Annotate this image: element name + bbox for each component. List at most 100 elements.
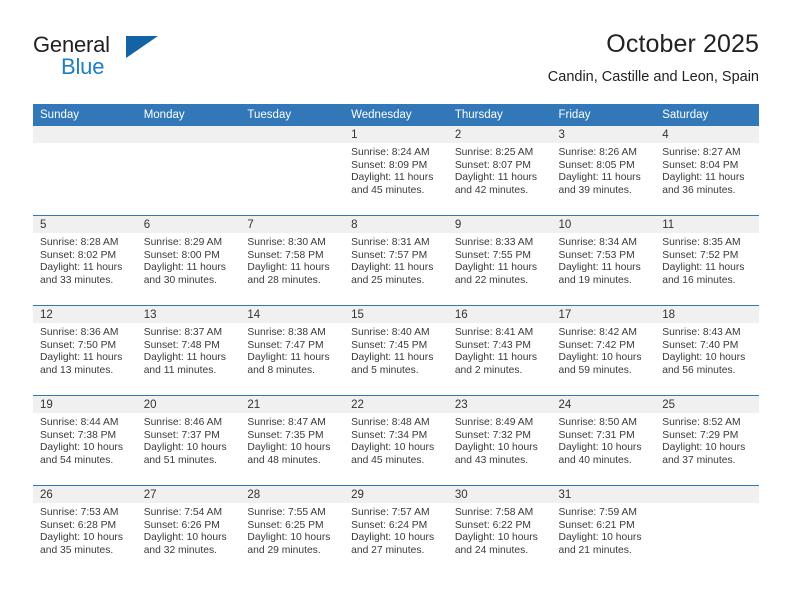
day-cell-details: Sunrise: 7:53 AM Sunset: 6:28 PM Daylight:… bbox=[33, 503, 137, 557]
daylight-text-line2: and 56 minutes. bbox=[662, 364, 736, 376]
day-cell-inner: 1 Sunrise: 8:24 AM Sunset: 8:09 PM Daylight… bbox=[344, 126, 448, 215]
calendar-day-cell[interactable]: 8 Sunrise: 8:31 AM Sunset: 7:57 PM Daylight… bbox=[344, 215, 448, 306]
daylight-text-line2: and 13 minutes. bbox=[40, 364, 114, 376]
sunset-text: Sunset: 7:35 PM bbox=[247, 429, 324, 441]
calendar-day-cell[interactable]: 31 Sunrise: 7:59 AM Sunset: 6:21 PM Dayligh… bbox=[551, 485, 656, 575]
calendar-day-cell[interactable]: 28 Sunrise: 7:55 AM Sunset: 6:25 PM Dayligh… bbox=[240, 485, 345, 575]
day-number: 31 bbox=[551, 486, 656, 503]
daylight-text-line1: Daylight: 10 hours bbox=[351, 532, 435, 544]
sunrise-text: Sunrise: 8:37 AM bbox=[143, 327, 223, 338]
calendar-day-cell[interactable]: 9 Sunrise: 8:33 AM Sunset: 7:55 PM Daylight… bbox=[447, 215, 552, 306]
calendar-day-cell[interactable]: 29 Sunrise: 7:57 AM Sunset: 6:24 PM Dayligh… bbox=[344, 485, 448, 575]
day-cell-inner: 6 Sunrise: 8:29 AM Sunset: 8:00 PM Daylight… bbox=[136, 216, 241, 305]
calendar-day-cell[interactable]: 27 Sunrise: 7:54 AM Sunset: 6:26 PM Dayligh… bbox=[136, 485, 241, 575]
day-cell-details: Sunrise: 7:55 AM Sunset: 6:25 PM Daylight:… bbox=[240, 503, 344, 557]
calendar-day-cell[interactable]: 14 Sunrise: 8:38 AM Sunset: 7:47 PM Dayligh… bbox=[240, 305, 345, 396]
triangle-icon bbox=[126, 36, 158, 58]
page-subtitle: Candin, Castille and Leon, Spain bbox=[547, 69, 759, 85]
day-cell-inner: 14 Sunrise: 8:38 AM Sunset: 7:47 PM Dayligh… bbox=[240, 306, 345, 395]
daylight-text-line2: and 45 minutes. bbox=[351, 184, 425, 196]
calendar-day-cell[interactable]: 7 Sunrise: 8:30 AM Sunset: 7:58 PM Daylight… bbox=[240, 215, 345, 306]
calendar-day-cell[interactable]: 1 Sunrise: 8:24 AM Sunset: 8:09 PM Daylight… bbox=[344, 126, 448, 216]
daylight-text-line1: Daylight: 11 hours bbox=[40, 352, 123, 364]
sunrise-text: Sunrise: 8:41 AM bbox=[454, 327, 534, 338]
weekday-header-saturday: Saturday bbox=[655, 104, 759, 126]
calendar-week-row: 12 Sunrise: 8:36 AM Sunset: 7:50 PM Dayligh… bbox=[33, 305, 759, 396]
day-number: 16 bbox=[447, 306, 552, 323]
calendar-day-cell[interactable]: 20 Sunrise: 8:46 AM Sunset: 7:37 PM Dayligh… bbox=[136, 395, 241, 486]
general-blue-logo[interactable]: General Blue bbox=[33, 32, 263, 90]
sunset-text: Sunset: 7:52 PM bbox=[662, 249, 739, 261]
calendar-day-cell[interactable]: 6 Sunrise: 8:29 AM Sunset: 8:00 PM Daylight… bbox=[136, 215, 241, 306]
weekday-header-wednesday: Wednesday bbox=[344, 104, 448, 126]
day-cell-inner: 12 Sunrise: 8:36 AM Sunset: 7:50 PM Dayligh… bbox=[33, 306, 137, 395]
day-cell-details: Sunrise: 8:35 AM Sunset: 7:52 PM Daylight:… bbox=[655, 233, 759, 287]
page-header: General Blue October 2025 Candin, Castil… bbox=[33, 28, 759, 96]
calendar-day-cell[interactable]: 21 Sunrise: 8:47 AM Sunset: 7:35 PM Dayligh… bbox=[240, 395, 345, 486]
calendar-day-cell[interactable]: 19 Sunrise: 8:44 AM Sunset: 7:38 PM Dayligh… bbox=[33, 395, 137, 486]
sunrise-text: Sunrise: 8:30 AM bbox=[247, 237, 326, 248]
day-cell-details: Sunrise: 7:58 AM Sunset: 6:22 PM Daylight:… bbox=[448, 503, 552, 557]
calendar-day-cell[interactable]: 13 Sunrise: 8:37 AM Sunset: 7:48 PM Dayligh… bbox=[136, 305, 241, 396]
calendar-week-row: 1 Sunrise: 8:24 AM Sunset: 8:09 PM Daylight… bbox=[33, 126, 759, 216]
daylight-text-line1: Daylight: 10 hours bbox=[662, 442, 746, 454]
day-cell-details: Sunrise: 8:31 AM Sunset: 7:57 PM Daylight:… bbox=[344, 233, 448, 287]
day-number: 10 bbox=[551, 216, 656, 233]
calendar-day-cell[interactable]: 25 Sunrise: 8:52 AM Sunset: 7:29 PM Dayligh… bbox=[655, 395, 759, 486]
sunrise-text: Sunrise: 8:27 AM bbox=[662, 147, 741, 158]
calendar-day-cell[interactable]: 12 Sunrise: 8:36 AM Sunset: 7:50 PM Dayligh… bbox=[33, 305, 137, 396]
calendar-day-cell[interactable]: 22 Sunrise: 8:48 AM Sunset: 7:34 PM Dayligh… bbox=[344, 395, 448, 486]
sunrise-text: Sunrise: 8:36 AM bbox=[40, 327, 119, 338]
day-cell-details: Sunrise: 8:30 AM Sunset: 7:58 PM Daylight:… bbox=[240, 233, 344, 287]
calendar-cell-empty bbox=[240, 126, 345, 216]
sunset-text: Sunset: 8:07 PM bbox=[454, 159, 531, 171]
day-number: 4 bbox=[655, 126, 759, 143]
calendar-day-cell[interactable]: 30 Sunrise: 7:58 AM Sunset: 6:22 PM Dayligh… bbox=[447, 485, 552, 575]
calendar-day-cell[interactable]: 10 Sunrise: 8:34 AM Sunset: 7:53 PM Dayligh… bbox=[551, 215, 656, 306]
daylight-text-line2: and 16 minutes. bbox=[662, 274, 736, 286]
calendar-day-cell[interactable]: 4 Sunrise: 8:27 AM Sunset: 8:04 PM Daylight… bbox=[655, 126, 759, 216]
calendar-day-cell[interactable]: 15 Sunrise: 8:40 AM Sunset: 7:45 PM Dayligh… bbox=[344, 305, 448, 396]
daylight-text-line1: Daylight: 11 hours bbox=[143, 262, 226, 274]
calendar-day-cell[interactable]: 3 Sunrise: 8:26 AM Sunset: 8:05 PM Daylight… bbox=[551, 126, 656, 216]
daylight-text-line2: and 27 minutes. bbox=[351, 544, 425, 556]
day-cell-inner: 23 Sunrise: 8:49 AM Sunset: 7:32 PM Dayligh… bbox=[447, 396, 552, 485]
daylight-text-line1: Daylight: 10 hours bbox=[351, 442, 435, 454]
sunset-text: Sunset: 6:22 PM bbox=[454, 519, 531, 531]
calendar-day-cell[interactable]: 2 Sunrise: 8:25 AM Sunset: 8:07 PM Daylight… bbox=[447, 126, 552, 216]
day-cell-details: Sunrise: 8:27 AM Sunset: 8:04 PM Daylight:… bbox=[655, 143, 759, 197]
daylight-text-line2: and 33 minutes. bbox=[40, 274, 114, 286]
day-number: 17 bbox=[551, 306, 656, 323]
sunrise-text: Sunrise: 7:54 AM bbox=[143, 507, 223, 518]
sunrise-text: Sunrise: 8:44 AM bbox=[40, 417, 119, 428]
sunrise-text: Sunrise: 7:53 AM bbox=[40, 507, 119, 518]
calendar-day-cell[interactable]: 16 Sunrise: 8:41 AM Sunset: 7:43 PM Dayligh… bbox=[447, 305, 552, 396]
day-cell-inner bbox=[655, 486, 759, 575]
daylight-text-line1: Daylight: 11 hours bbox=[454, 352, 538, 364]
calendar-day-cell[interactable]: 17 Sunrise: 8:42 AM Sunset: 7:42 PM Dayligh… bbox=[551, 305, 656, 396]
day-number bbox=[240, 126, 345, 143]
day-cell-details: Sunrise: 8:25 AM Sunset: 8:07 PM Daylight:… bbox=[448, 143, 552, 197]
calendar-header-row: Sunday Monday Tuesday Wednesday Thursday Frid… bbox=[33, 104, 759, 126]
sunset-text: Sunset: 6:26 PM bbox=[143, 519, 220, 531]
calendar-day-cell[interactable]: 23 Sunrise: 8:49 AM Sunset: 7:32 PM Dayligh… bbox=[447, 395, 552, 486]
calendar-body: 1 Sunrise: 8:24 AM Sunset: 8:09 PM Daylight… bbox=[33, 126, 759, 575]
daylight-text-line2: and 35 minutes. bbox=[40, 544, 114, 556]
day-number bbox=[655, 486, 759, 503]
sunrise-text: Sunrise: 8:24 AM bbox=[351, 147, 430, 158]
calendar-day-cell[interactable]: 11 Sunrise: 8:35 AM Sunset: 7:52 PM Dayligh… bbox=[655, 215, 759, 306]
calendar-day-cell[interactable]: 18 Sunrise: 8:43 AM Sunset: 7:40 PM Dayligh… bbox=[655, 305, 759, 396]
daylight-text-line1: Daylight: 11 hours bbox=[558, 172, 641, 184]
day-cell-inner: 30 Sunrise: 7:58 AM Sunset: 6:22 PM Dayligh… bbox=[447, 486, 552, 575]
daylight-text-line1: Daylight: 10 hours bbox=[558, 532, 642, 544]
daylight-text-line2: and 11 minutes. bbox=[143, 364, 217, 376]
title-block: October 2025 Candin, Castille and Leon, … bbox=[548, 28, 759, 88]
calendar-day-cell[interactable]: 26 Sunrise: 7:53 AM Sunset: 6:28 PM Dayligh… bbox=[33, 485, 137, 575]
daylight-text-line2: and 8 minutes. bbox=[247, 364, 315, 376]
daylight-text-line1: Daylight: 10 hours bbox=[247, 532, 331, 544]
calendar-week-row: 19 Sunrise: 8:44 AM Sunset: 7:38 PM Dayligh… bbox=[33, 395, 759, 486]
day-cell-inner: 7 Sunrise: 8:30 AM Sunset: 7:58 PM Daylight… bbox=[240, 216, 345, 305]
calendar-day-cell[interactable]: 24 Sunrise: 8:50 AM Sunset: 7:31 PM Dayligh… bbox=[551, 395, 656, 486]
calendar-day-cell[interactable]: 5 Sunrise: 8:28 AM Sunset: 8:02 PM Daylight… bbox=[33, 215, 137, 306]
daylight-text-line1: Daylight: 10 hours bbox=[143, 442, 227, 454]
